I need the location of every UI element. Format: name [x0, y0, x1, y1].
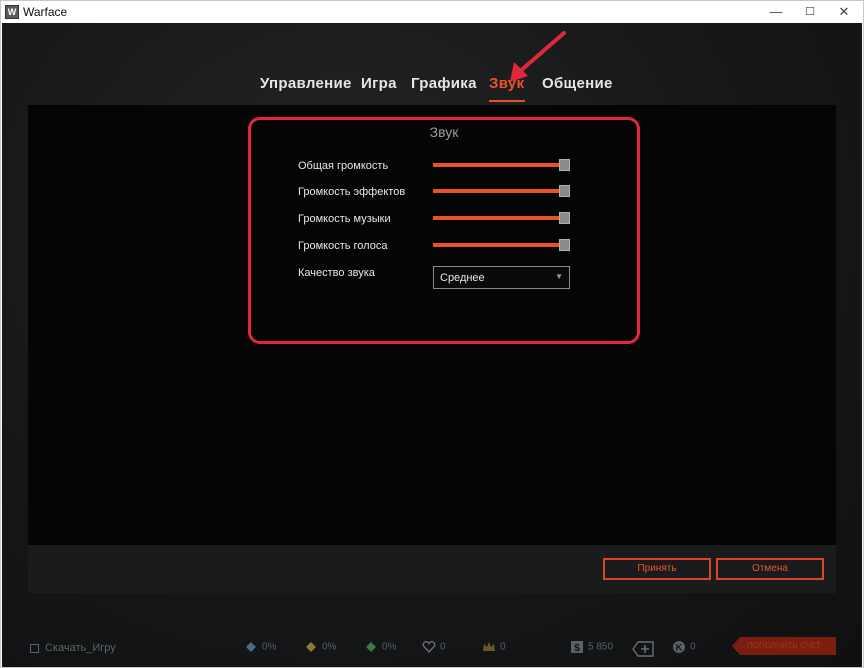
- svg-text:$: $: [574, 643, 580, 653]
- k-credits-counter[interactable]: K0: [672, 641, 696, 653]
- dollar-icon: $: [571, 641, 583, 653]
- download-game-label: Скачать_Игру: [45, 642, 116, 654]
- boost-money-value: 0%: [322, 641, 337, 653]
- k-credits-value: 0: [690, 641, 696, 653]
- crown-icon: [483, 642, 495, 651]
- boost-money-icon: [306, 642, 316, 652]
- heart-icon: [422, 641, 436, 653]
- tab-game[interactable]: Игра: [361, 75, 397, 92]
- boost-vp-value: 0%: [382, 641, 397, 653]
- svg-text:K: K: [676, 643, 683, 653]
- close-button[interactable]: ✕: [829, 1, 859, 23]
- app-window: W Warface — ☐ ✕ Управление Игра Графика …: [0, 0, 864, 668]
- crown-counter[interactable]: 0: [482, 641, 506, 653]
- boost-xp-icon: [246, 642, 256, 652]
- plus-icon: [632, 641, 654, 657]
- boost-vp-icon: [366, 642, 376, 652]
- tab-graphics[interactable]: Графика: [411, 75, 477, 92]
- boost-vp[interactable]: 0%: [364, 641, 396, 653]
- download-game-link[interactable]: Скачать_Игру: [30, 642, 116, 654]
- boost-money[interactable]: 0%: [304, 641, 336, 653]
- cancel-button[interactable]: Отмена: [716, 558, 824, 580]
- minimize-button[interactable]: —: [761, 1, 791, 23]
- checkbox-icon: [30, 643, 39, 653]
- money-counter[interactable]: $5 850: [570, 641, 613, 653]
- highlight-frame: [248, 117, 640, 344]
- k-credits-icon: K: [673, 641, 685, 653]
- health-value: 0: [440, 641, 446, 653]
- title-bar: W Warface — ☐ ✕: [1, 1, 863, 23]
- status-bar: Скачать_Игру 0% 0% 0% 0 0 $5 850 K 0 ПОП…: [2, 633, 862, 661]
- boost-xp-value: 0%: [262, 641, 277, 653]
- health-counter[interactable]: 0: [422, 641, 446, 653]
- arrow-annotation-icon: [510, 31, 566, 82]
- accept-button[interactable]: Принять: [603, 558, 711, 580]
- game-area: Управление Игра Графика Звук Общение Зву…: [2, 23, 862, 667]
- action-bar: [28, 545, 836, 593]
- tab-controls[interactable]: Управление: [260, 75, 352, 92]
- active-tab-indicator: [489, 100, 525, 102]
- top-up-button[interactable]: ПОПОЛНИТЬ СЧЕТ: [732, 637, 836, 655]
- boost-xp[interactable]: 0%: [244, 641, 276, 653]
- warface-app-icon: W: [5, 5, 19, 19]
- settings-tabs: Управление Игра Графика Звук Общение: [2, 75, 862, 99]
- window-title: Warface: [23, 5, 68, 19]
- money-value: 5 850: [588, 641, 614, 653]
- add-funds-button[interactable]: [632, 641, 658, 657]
- crown-value: 0: [500, 641, 506, 653]
- maximize-button[interactable]: ☐: [795, 1, 825, 23]
